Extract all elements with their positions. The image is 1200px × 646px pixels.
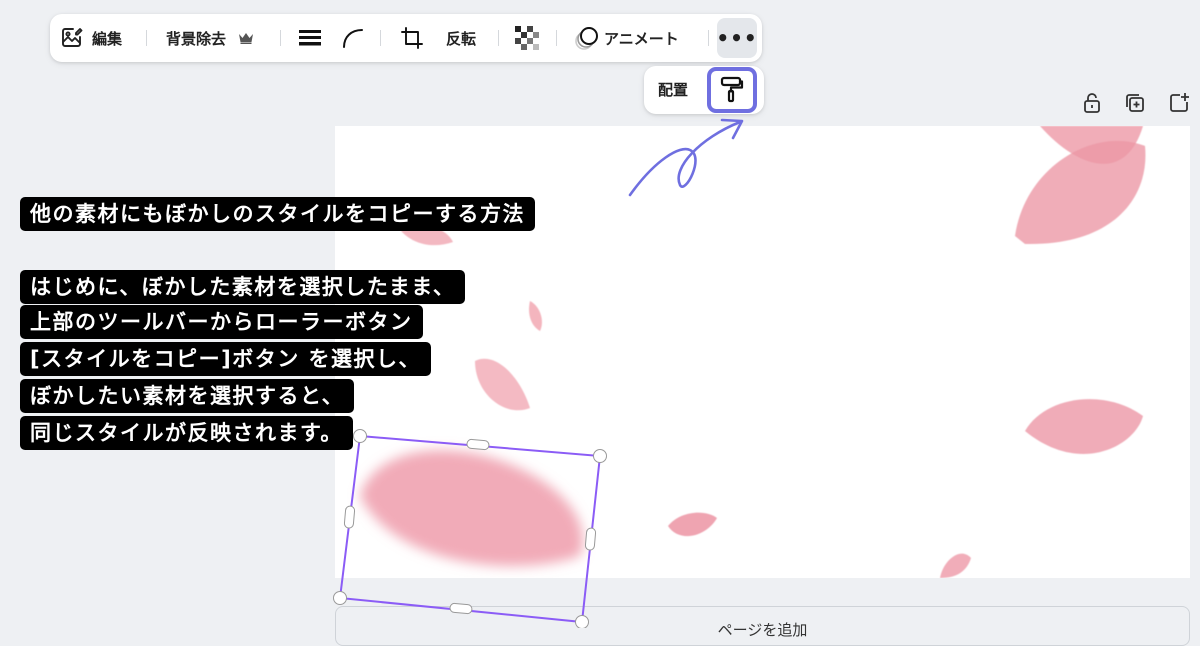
- caption-line: 上部のツールバーからローラーボタン: [20, 305, 423, 339]
- caption-line: はじめに、ぼかした素材を選択したまま、: [20, 270, 466, 304]
- side-handle: [449, 602, 473, 615]
- caption-line: [スタイルをコピー]ボタン を選択し、: [20, 342, 432, 376]
- resize-handle: [333, 591, 347, 605]
- side-handle: [343, 505, 356, 529]
- side-handle: [466, 438, 490, 451]
- resize-handle: [575, 615, 589, 628]
- side-handle: [584, 527, 597, 551]
- caption-title: 他の素材にもぼかしのスタイルをコピーする方法: [20, 197, 535, 231]
- caption-line: 同じスタイルが反映されます。: [20, 416, 353, 450]
- selection-box: [338, 434, 602, 624]
- resize-handle: [593, 449, 607, 463]
- rotate-handle: [353, 429, 367, 443]
- annotation-arrow: [628, 120, 742, 197]
- caption-line: ぼかしたい素材を選択すると、: [20, 379, 355, 413]
